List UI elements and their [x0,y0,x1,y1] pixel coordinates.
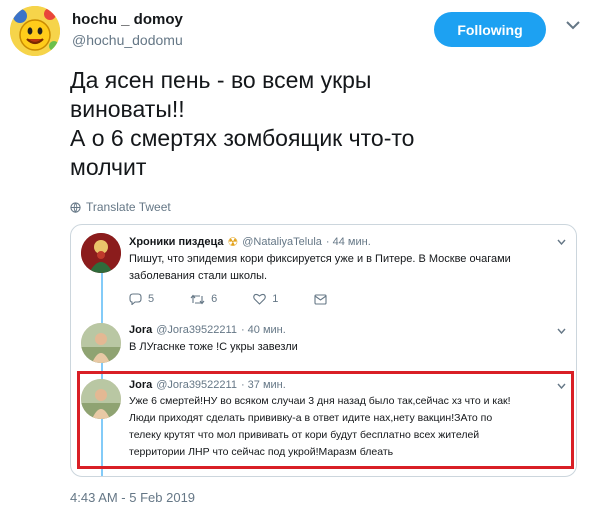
avatar[interactable] [81,323,121,363]
red-highlight-box [77,371,574,469]
heart-icon [253,293,267,305]
avatar[interactable] [10,6,60,56]
quoted-tweet-1-text: Пишут, что эпидемия кори фиксируется уже… [129,251,569,285]
translate-tweet-link[interactable]: Translate Tweet [70,200,171,214]
chevron-down-icon[interactable] [557,239,566,245]
quoted-author-name[interactable]: Хроники пиздеца [129,236,224,248]
chevron-down-icon[interactable] [557,328,566,334]
smiley-flower-avatar-icon [10,6,60,56]
quoted-tweet-actions: 5 6 1 [129,293,363,305]
reply-icon [129,293,142,305]
radioactive-icon: ☢ [227,235,239,249]
following-button[interactable]: Following [434,12,546,47]
retweet-icon [190,294,205,304]
quoted-time[interactable]: · 40 мин. [241,324,286,336]
quoted-author-handle[interactable]: @Jora39522211 [156,324,237,336]
photo-avatar-icon [81,323,121,363]
translate-label: Translate Tweet [86,200,171,214]
retweet-count: 6 [211,293,218,305]
quoted-tweet-2-header: Jora @Jora39522211 · 40 мин. [129,324,286,336]
avatar[interactable] [81,233,121,273]
tweet-timestamp[interactable]: 4:43 AM - 5 Feb 2019 [70,490,195,505]
author-names: hochu _ domoy @hochu_dodomu [72,10,183,50]
direct-message-button[interactable] [314,293,327,305]
tweet-text: Да ясен пень - во всем укры виноваты!! А… [70,67,415,180]
quoted-author-handle[interactable]: @NataliyaTelula [242,236,322,248]
like-button[interactable]: 1 [253,293,278,305]
text-line: заболевания стали школы. [129,270,268,282]
retweet-button[interactable]: 6 [190,293,217,305]
reply-count: 5 [148,293,155,305]
text-line: Пишут, что эпидемия кори фиксируется уже… [129,253,511,265]
quoted-author-name[interactable]: Jora [129,324,152,336]
envelope-icon [314,293,327,305]
quoted-time[interactable]: · 44 мин. [326,236,371,248]
text-line: В ЛУгаснке тоже !С укры завезли [129,341,298,353]
like-count: 1 [272,293,279,305]
icon-avatar-icon [81,233,121,273]
author-username[interactable]: @hochu_dodomu [72,30,183,50]
quoted-tweet-2-text: В ЛУгаснке тоже !С укры завезли [129,339,569,356]
chevron-down-icon[interactable] [566,20,580,30]
tweet-header: hochu _ domoy @hochu_dodomu Following [10,6,597,56]
quoted-thread-card[interactable]: Хроники пиздеца ☢ @NataliyaTelula · 44 м… [70,224,577,477]
reply-button[interactable]: 5 [129,293,154,305]
globe-icon [70,201,81,213]
quoted-tweet-1-header: Хроники пиздеца ☢ @NataliyaTelula · 44 м… [129,235,371,249]
author-display-name[interactable]: hochu _ domoy [72,10,183,30]
